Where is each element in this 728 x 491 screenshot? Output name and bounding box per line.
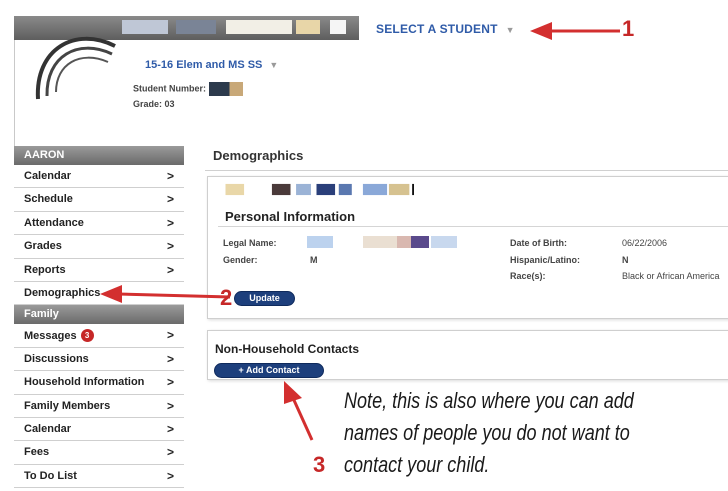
header-divider	[14, 40, 15, 150]
school-selector[interactable]: 15-16 Elem and MS SS ▼	[145, 59, 278, 71]
chevron-right-icon: >	[166, 398, 174, 413]
select-student-label: SELECT A STUDENT	[376, 22, 498, 36]
sidebar-item-fees[interactable]: Fees >	[14, 441, 184, 465]
add-contact-button[interactable]: + Add Contact	[214, 363, 324, 378]
redacted-name-block	[296, 20, 320, 34]
sidebar-item-label: Calendar	[24, 170, 72, 182]
sidebar-item-messages[interactable]: Messages 3 >	[14, 324, 184, 348]
chevron-right-icon: >	[166, 375, 174, 390]
annotation-marker-2: 2	[220, 285, 233, 310]
sidebar-item-label: Discussions	[24, 352, 89, 365]
chevron-right-icon: >	[166, 262, 174, 277]
chevron-right-icon: >	[166, 328, 174, 343]
non-household-contacts-title: Non-Household Contacts	[215, 342, 359, 356]
gender-value: M	[310, 255, 318, 265]
school-name: 15-16 Elem and MS SS	[145, 59, 263, 71]
title-divider	[205, 170, 728, 171]
sidebar-item-discussions[interactable]: Discussions >	[14, 347, 184, 372]
chevron-right-icon: >	[166, 445, 174, 460]
sidebar-item-label: To Do List	[24, 469, 77, 482]
hispanic-latino-value: N	[622, 255, 629, 265]
race-label: Race(s):	[510, 271, 546, 281]
chevron-right-icon: >	[166, 215, 174, 230]
section-divider	[218, 226, 728, 227]
sidebar-student-header: AARON	[14, 146, 184, 165]
student-number: Student Number:	[133, 82, 243, 96]
sidebar-family-header: Family	[14, 305, 184, 325]
page-title: Demographics	[213, 148, 304, 163]
sidebar-item-label: Fees	[24, 446, 50, 459]
sidebar-item-label: Messages	[24, 330, 77, 343]
student-number-label: Student Number:	[133, 83, 206, 94]
personal-information-title: Personal Information	[225, 209, 356, 224]
sidebar-item-schedule[interactable]: Schedule >	[14, 188, 184, 212]
sidebar-item-attendance[interactable]: Attendance >	[14, 211, 184, 236]
sidebar-item-label: Grades	[24, 240, 62, 253]
dob-value: 06/22/2006	[622, 238, 668, 248]
redacted-student-number	[209, 82, 243, 96]
hispanic-latino-label: Hispanic/Latino:	[510, 255, 581, 265]
chevron-right-icon: >	[166, 351, 174, 366]
sidebar-item-label: Demographics	[24, 286, 101, 299]
sidebar-item-label: Schedule	[24, 193, 73, 206]
chevron-right-icon: >	[166, 169, 174, 183]
sidebar-item-reports[interactable]: Reports >	[14, 258, 184, 282]
sidebar-item-label: Reports	[24, 263, 66, 276]
annotation-marker-1: 1	[622, 16, 635, 41]
redacted-name-block	[330, 20, 346, 34]
select-student-dropdown[interactable]: SELECT A STUDENT ▼	[376, 22, 515, 36]
chevron-right-icon: >	[166, 468, 174, 483]
district-logo	[35, 36, 116, 100]
redacted-student-name	[225, 183, 414, 196]
annotation-note: Note, this is also where you can add nam…	[344, 388, 634, 477]
sidebar-item-label: Family Members	[24, 399, 111, 412]
redacted-legal-name	[307, 236, 457, 248]
sidebar-item-label: Attendance	[24, 216, 84, 229]
sidebar-item-calendar[interactable]: Calendar >	[14, 165, 184, 189]
chevron-down-icon: ▼	[505, 25, 515, 35]
chevron-right-icon: >	[166, 421, 174, 436]
sidebar: AARON Calendar > Schedule > Attendance > Gr…	[14, 146, 184, 489]
student-grade: Grade: 03	[133, 99, 175, 109]
gender-label: Gender:	[223, 255, 258, 265]
chevron-right-icon: >	[166, 192, 174, 207]
legal-name-label: Legal Name:	[223, 238, 277, 248]
redacted-name-block	[226, 20, 292, 34]
sidebar-item-demographics[interactable]: Demographics	[14, 281, 184, 306]
sidebar-item-family-calendar[interactable]: Calendar >	[14, 417, 184, 442]
race-value: Black or African America	[622, 271, 720, 281]
sidebar-item-to-do-list[interactable]: To Do List >	[14, 464, 184, 489]
sidebar-item-family-members[interactable]: Family Members >	[14, 394, 184, 418]
chevron-right-icon: >	[166, 239, 174, 254]
sidebar-item-grades[interactable]: Grades >	[14, 235, 184, 259]
update-button[interactable]: Update	[234, 291, 295, 306]
dob-label: Date of Birth:	[510, 238, 567, 248]
sidebar-item-household-information[interactable]: Household Information >	[14, 371, 184, 395]
unread-count-badge: 3	[80, 329, 94, 343]
annotation-marker-3: 3	[313, 452, 326, 477]
sidebar-item-label: Calendar	[24, 422, 72, 435]
sidebar-item-label: Household Information	[24, 376, 145, 389]
chevron-down-icon: ▼	[269, 60, 279, 70]
redacted-name-block	[176, 20, 216, 34]
